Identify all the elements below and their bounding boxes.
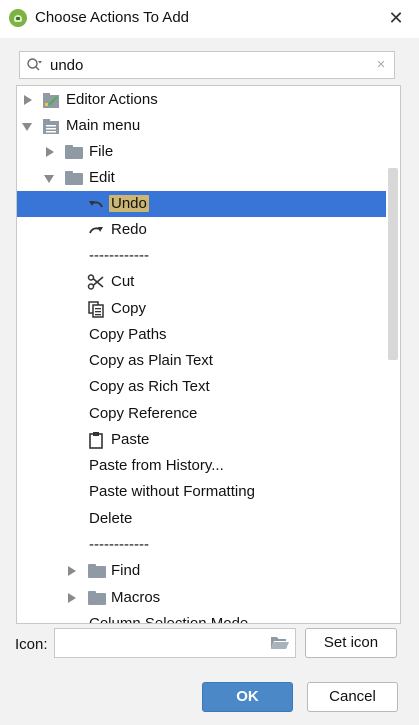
folder-icon bbox=[88, 591, 106, 605]
tree-item-copy[interactable]: Copy bbox=[17, 296, 386, 322]
tree-item-label: Redo bbox=[111, 221, 147, 238]
expand-arrow-icon[interactable] bbox=[46, 147, 54, 157]
tree-item-label: Edit bbox=[89, 169, 115, 186]
tree-item-label: Column Selection Mode bbox=[89, 615, 249, 624]
tree-item-redo[interactable]: Redo bbox=[17, 217, 386, 243]
tree-item-label: Paste without Formatting bbox=[89, 483, 255, 500]
search-match-highlight: Undo bbox=[109, 195, 149, 212]
redo-icon bbox=[89, 227, 103, 234]
paste-icon bbox=[89, 432, 103, 449]
tree-item-label: Paste bbox=[111, 431, 150, 448]
tree-item-paste-without-formatting[interactable]: Paste without Formatting bbox=[17, 479, 386, 505]
tree-item-separator: ------------ bbox=[17, 243, 386, 269]
tree-item-label: Paste from History... bbox=[89, 457, 224, 474]
tree-item-copy-rich-text[interactable]: Copy as Rich Text bbox=[17, 374, 386, 400]
tree-item-label: Copy Reference bbox=[89, 405, 198, 422]
tree-item-label: Cut bbox=[111, 273, 135, 290]
expand-arrow-icon[interactable] bbox=[68, 566, 76, 576]
separator-label: ------------ bbox=[89, 247, 149, 264]
tree-item-editor-actions[interactable]: Editor Actions bbox=[17, 87, 386, 113]
actions-tree[interactable]: Editor Actions Main menu File Edit Undo bbox=[16, 85, 401, 624]
tree-item-label: File bbox=[89, 143, 114, 160]
tree-item-copy-paths[interactable]: Copy Paths bbox=[17, 322, 386, 348]
tree-item-copy-plain-text[interactable]: Copy as Plain Text bbox=[17, 348, 386, 374]
title-bar: Choose Actions To Add ✕ bbox=[0, 0, 419, 38]
tree-item-paste[interactable]: Paste bbox=[17, 427, 386, 453]
tree-item-paste-from-history[interactable]: Paste from History... bbox=[17, 453, 386, 479]
expand-arrow-icon[interactable] bbox=[24, 95, 32, 105]
tree-item-find[interactable]: Find bbox=[17, 558, 386, 584]
folder-icon bbox=[88, 564, 106, 578]
ok-button[interactable]: OK bbox=[202, 682, 293, 712]
clear-search-icon[interactable]: × bbox=[372, 55, 390, 75]
tree-item-cut[interactable]: Cut bbox=[17, 269, 386, 295]
tree-item-main-menu[interactable]: Main menu bbox=[17, 113, 386, 139]
scrollbar-thumb[interactable] bbox=[388, 168, 398, 360]
collapse-arrow-icon[interactable] bbox=[44, 175, 54, 183]
scissors-icon bbox=[87, 274, 104, 290]
window-title: Choose Actions To Add bbox=[35, 9, 189, 26]
set-icon-button[interactable]: Set icon bbox=[305, 628, 397, 658]
tree-item-macros[interactable]: Macros bbox=[17, 585, 386, 611]
icon-path-field[interactable] bbox=[54, 628, 296, 658]
cancel-button[interactable]: Cancel bbox=[307, 682, 398, 712]
expand-arrow-icon[interactable] bbox=[68, 593, 76, 603]
vertical-scrollbar[interactable] bbox=[387, 86, 400, 623]
icon-label: Icon: bbox=[15, 636, 48, 653]
tree-item-delete[interactable]: Delete bbox=[17, 506, 386, 532]
tree-item-label: Copy as Rich Text bbox=[89, 378, 210, 395]
collapse-arrow-icon[interactable] bbox=[22, 123, 32, 131]
search-icon bbox=[27, 58, 42, 71]
search-field[interactable]: × bbox=[19, 51, 395, 79]
tree-item-column-selection-mode[interactable]: Column Selection Mode bbox=[17, 611, 386, 624]
close-icon[interactable]: ✕ bbox=[383, 5, 409, 31]
search-input[interactable] bbox=[50, 55, 370, 75]
tree-item-label: Undo bbox=[109, 195, 149, 212]
tree-item-label: Copy bbox=[111, 300, 147, 317]
copy-icon bbox=[88, 301, 104, 318]
android-studio-icon bbox=[9, 9, 27, 27]
undo-icon bbox=[89, 201, 103, 208]
tree-item-separator: ------------ bbox=[17, 532, 386, 558]
tree-item-edit[interactable]: Edit bbox=[17, 165, 386, 191]
tree-item-label: Find bbox=[111, 562, 141, 579]
tree-item-label: Main menu bbox=[66, 117, 141, 134]
tree-item-label: Macros bbox=[111, 589, 161, 606]
tree-item-file[interactable]: File bbox=[17, 139, 386, 165]
tree-item-label: Copy Paths bbox=[89, 326, 167, 343]
tree-item-label: Delete bbox=[89, 510, 133, 527]
tree-item-label: Copy as Plain Text bbox=[89, 352, 213, 369]
tree-item-undo[interactable]: Undo bbox=[17, 191, 386, 217]
menu-folder-icon bbox=[43, 119, 59, 134]
tree-item-label: Editor Actions bbox=[66, 91, 158, 108]
tree-item-copy-reference[interactable]: Copy Reference bbox=[17, 401, 386, 427]
separator-label: ------------ bbox=[89, 536, 149, 553]
folder-open-icon[interactable] bbox=[271, 636, 289, 650]
folder-icon bbox=[65, 145, 83, 159]
folder-icon bbox=[65, 171, 83, 185]
editor-actions-icon bbox=[43, 93, 59, 108]
